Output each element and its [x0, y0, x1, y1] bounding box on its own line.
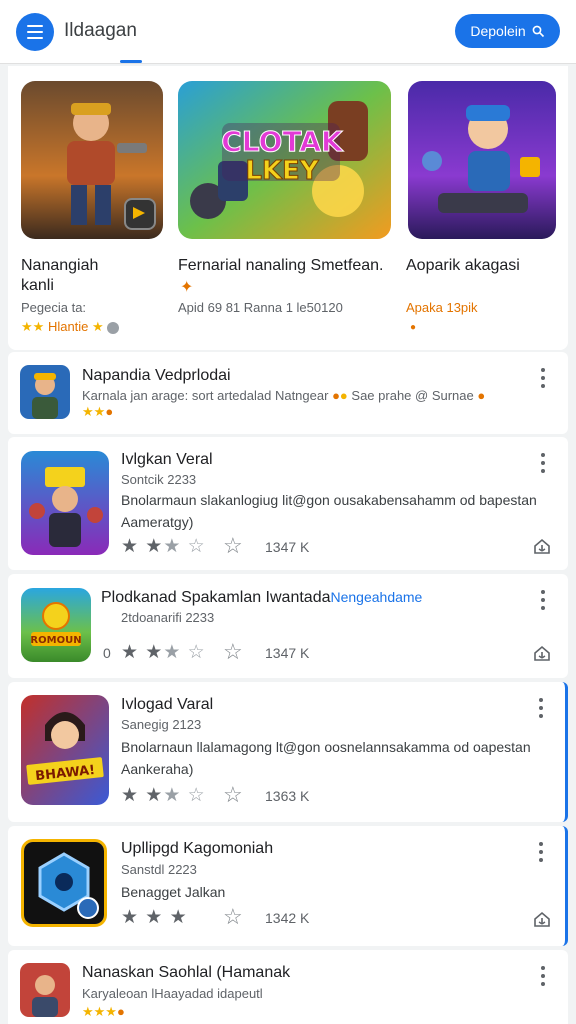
list-item[interactable]: Ivlgkan Veral Sontcik 2233 Bnolarmaun sl… — [8, 437, 568, 570]
header-action-button[interactable]: Depolein — [455, 14, 560, 48]
app-title-link[interactable]: Nengeahdame — [331, 589, 423, 605]
featured-app-name[interactable]: Fernarial nanaling Smetfean. — [178, 256, 398, 276]
svg-text:CLOTAK: CLOTAK — [221, 125, 344, 158]
more-options-icon[interactable] — [540, 368, 546, 388]
featured-app-name[interactable]: Nanangiah kanli — [21, 256, 161, 296]
rating-stars: ★ ★★ ☆ — [121, 785, 206, 806]
more-options-icon[interactable] — [538, 698, 544, 718]
rating-stars: ★ ★★ ☆ — [121, 536, 206, 557]
app-subtitle: 2tdoanarifi 2233 — [121, 610, 215, 625]
list-item[interactable]: BHAWA! Ivlogad Varal Sanegig 2123 Bnolar… — [8, 682, 568, 822]
list-item[interactable]: Nanaskan Saohlal (Hamanak Karyaleoan lHa… — [8, 950, 568, 1024]
featured-app-name[interactable]: Aoparik akagasi — [406, 256, 556, 276]
more-options-icon[interactable] — [540, 453, 546, 473]
rating-text: Hlantie — [47, 319, 89, 334]
rating-stars: ★★★● — [82, 1004, 125, 1019]
more-dot-icon — [107, 321, 120, 334]
pin-icon: ✦ — [180, 279, 194, 296]
featured-app-image[interactable] — [408, 81, 556, 239]
app-icon — [20, 365, 70, 419]
app-subtitle: Sontcik 2233 — [121, 472, 197, 487]
rating-value: 0 — [103, 645, 111, 661]
app-extra: Sae prahe @ Surnae — [351, 388, 474, 403]
svg-text:ROMOUN: ROMOUN — [30, 635, 81, 646]
app-subtitle: Sanegig 2123 — [121, 717, 202, 732]
app-icon — [21, 451, 109, 555]
more-options-icon[interactable] — [540, 966, 546, 986]
menu-icon-line — [27, 25, 43, 27]
app-title: Ivlgkan Veral — [121, 451, 213, 468]
svg-text:LKEY: LKEY — [245, 156, 319, 186]
rating-stars: ★ ★★ ☆ — [121, 642, 206, 663]
star-icon: ★ — [32, 319, 45, 334]
app-icon: BHAWA! — [21, 695, 109, 805]
app-description: Benagget Jalkan — [121, 884, 226, 900]
download-count: 1342 K — [265, 910, 310, 926]
app-description: Bnolarmaun slakanlogiug lit@gon ousakabe… — [121, 492, 537, 530]
badge-icon: ● — [339, 388, 348, 403]
search-icon — [532, 25, 544, 37]
install-icon[interactable] — [533, 644, 551, 662]
rating-stars: ★★● — [82, 404, 114, 419]
app-title: Napandia Vedprlodai — [82, 367, 231, 384]
menu-icon-line — [27, 37, 43, 39]
app-title-text: Plodkanad Spakamlan Iwantada — [101, 589, 331, 606]
featured-app-subtitle: Apid 69 81 Ranna 1 le50120 — [178, 300, 343, 315]
install-icon[interactable] — [533, 537, 551, 555]
featured-carousel: Nanangiah kanli Pegecia ta: ★★ Hlantie ★… — [8, 66, 568, 350]
app-subtitle-text: Karnala jan arage: sort artedalad Natnge… — [82, 388, 329, 403]
wishlist-star-icon[interactable]: ☆ — [223, 904, 243, 930]
app-description: Bnolarnaun llalamagong lt@gon oosnelanns… — [121, 739, 531, 777]
featured-app-subtitle: Apaka 13pik — [406, 300, 478, 315]
badge-dot-icon: ● — [410, 322, 417, 333]
download-count: 1347 K — [265, 539, 310, 555]
featured-app-rating: ★★ Hlantie ★ — [21, 319, 120, 335]
download-count: 1347 K — [265, 645, 310, 661]
star-icon: ★ — [21, 319, 33, 334]
app-title: Plodkanad Spakamlan IwantadaNengeahdame — [101, 589, 422, 607]
featured-app-image[interactable]: CLOTAK LKEY — [178, 81, 391, 239]
wishlist-star-icon[interactable]: ☆ — [223, 639, 243, 665]
download-count: 1363 K — [265, 788, 310, 804]
rating-stars: ★ ★ ★ — [121, 907, 188, 928]
app-subtitle: Karnala jan arage: sort artedalad Natnge… — [82, 388, 485, 403]
more-options-icon[interactable] — [538, 842, 544, 862]
featured-app-subtitle: Pegecia ta: — [21, 300, 87, 315]
badge-icon: ● — [332, 388, 340, 403]
app-subtitle: Sanstdl 2223 — [121, 862, 197, 877]
list-item[interactable]: Upllipgd Kagomoniah Sanstdl 2223 Benagge… — [8, 826, 568, 946]
app-title: Ivlogad Varal — [121, 696, 214, 713]
badge-star-icon: ★ — [92, 319, 104, 334]
more-options-icon[interactable] — [540, 590, 546, 610]
app-icon: ROMOUN — [21, 588, 91, 662]
wishlist-star-icon[interactable]: ☆ — [223, 533, 243, 559]
list-item[interactable]: Napandia Vedprlodai Karnala jan arage: s… — [8, 352, 568, 434]
app-icon — [21, 839, 107, 927]
list-item[interactable]: ROMOUN Plodkanad Spakamlan IwantadaNenge… — [8, 574, 568, 678]
app-header: Ildaagan Depolein — [0, 0, 576, 64]
app-title: Upllipgd Kagomoniah — [121, 840, 274, 857]
wishlist-star-icon[interactable]: ☆ — [223, 782, 243, 808]
header-action-label: Depolein — [470, 23, 526, 39]
badge-icon: ● — [477, 388, 486, 403]
install-icon[interactable] — [533, 910, 551, 928]
menu-icon-line — [27, 31, 43, 33]
app-subtitle: Karyaleoan lHaayadad idapeutl — [82, 986, 263, 1001]
featured-app-image[interactable] — [21, 81, 163, 239]
app-title: Nanaskan Saohlal (Hamanak — [82, 964, 291, 981]
title-underline — [120, 60, 142, 63]
menu-button[interactable] — [16, 13, 54, 51]
app-title: Ildaagan — [64, 20, 137, 41]
app-icon — [20, 963, 70, 1017]
